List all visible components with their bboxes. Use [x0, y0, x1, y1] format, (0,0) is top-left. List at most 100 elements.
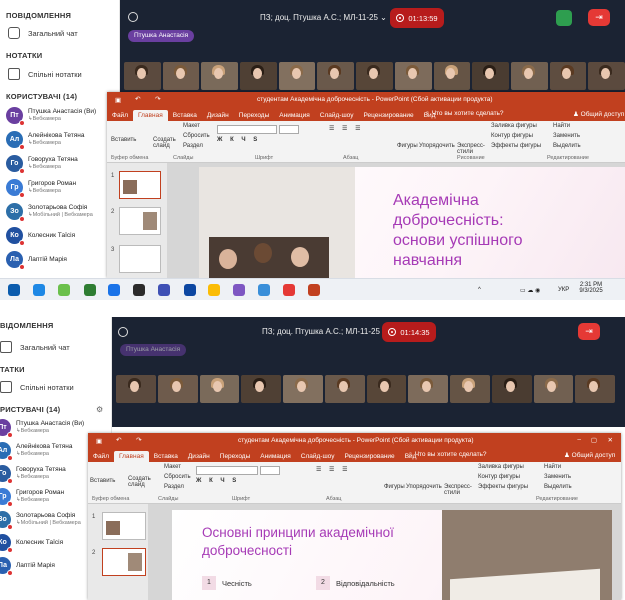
participant-video[interactable]	[201, 62, 239, 90]
ribbon-tab[interactable]: Анимация	[274, 112, 315, 121]
gear-icon[interactable]: ⚙	[96, 405, 103, 414]
new-slide-button[interactable]: Создать слайд	[153, 137, 179, 149]
paragraph-buttons[interactable]: ☰ ☰ ☰	[329, 125, 363, 132]
taskbar-app-icon[interactable]	[308, 284, 320, 296]
user-list-item[interactable]: Ко Колесник Таїсія	[0, 534, 63, 553]
ribbon-tab[interactable]: Файл	[107, 112, 133, 121]
undo-icon[interactable]: ↶	[135, 95, 140, 103]
save-icon[interactable]: ▣	[96, 437, 102, 445]
ribbon-tab[interactable]: Дизайн	[183, 453, 215, 462]
tray-icons[interactable]: ▭ ☁ ◉	[520, 287, 540, 294]
participant-video[interactable]	[533, 375, 574, 403]
taskbar-app-icon[interactable]	[8, 284, 20, 296]
user-list-item[interactable]: Ла Лаптій Марія	[6, 251, 67, 270]
connection-status-icon[interactable]	[556, 10, 572, 26]
participant-video[interactable]	[433, 62, 471, 90]
participant-video[interactable]	[124, 62, 161, 90]
general-chat-item[interactable]: Загальний чат	[0, 341, 70, 353]
arrange-button[interactable]: Упорядочить	[419, 143, 455, 149]
taskbar-app-icon[interactable]	[184, 284, 196, 296]
replace-button[interactable]: Заменить	[544, 474, 571, 480]
select-button[interactable]: Выделить	[553, 143, 581, 149]
shared-notes-item[interactable]: Спільні нотатки	[8, 68, 82, 80]
layout-button[interactable]: Макет	[164, 464, 181, 470]
participant-video[interactable]	[450, 375, 490, 403]
reset-button[interactable]: Сбросить	[183, 133, 210, 139]
participant-video[interactable]	[575, 375, 615, 403]
participant-video[interactable]	[240, 62, 277, 90]
ribbon-tab[interactable]: Слайд-шоу	[296, 453, 340, 462]
user-list-item[interactable]: Ко Колесник Таїсія	[6, 227, 75, 246]
user-list-item[interactable]: Зо Золотарьова Софія ↳Мобільний | Вебкамер…	[6, 203, 93, 222]
tell-me-search[interactable]: ♀ Что вы хотите сделать?	[425, 110, 504, 117]
ribbon-tab[interactable]: Анимация	[255, 453, 296, 462]
participant-video[interactable]	[116, 375, 156, 403]
paste-button[interactable]: Вставить	[111, 137, 136, 143]
participant-video[interactable]	[324, 375, 365, 403]
meeting-title[interactable]: ПЗ; доц. Птушка А.С.; МЛ-11-25 ⌄	[262, 327, 389, 336]
ribbon-tab[interactable]: Рецензирование	[358, 112, 418, 121]
user-list-item[interactable]: Гр Григоров Роман ↳Вебкамера	[6, 179, 76, 198]
shape-outline-button[interactable]: Контур фигуры	[478, 474, 520, 480]
user-list-item[interactable]: Зо Золотарьова Софія ↳Мобільний | Вебкамер…	[0, 511, 81, 530]
slide-thumbnail[interactable]	[102, 548, 146, 576]
shape-effects-button[interactable]: Эффекты фигуры	[478, 484, 528, 490]
taskbar-app-icon[interactable]	[108, 284, 120, 296]
taskbar-app-icon[interactable]	[84, 284, 96, 296]
taskbar-app-icon[interactable]	[58, 284, 70, 296]
user-list-item[interactable]: Гр Григоров Роман ↳Вебкамера	[0, 488, 64, 507]
reset-button[interactable]: Сбросить	[164, 474, 191, 480]
user-list-item[interactable]: Пт Птушка Анастасія (Ви) ↳Вебкамера	[0, 419, 84, 438]
participant-video[interactable]	[588, 62, 625, 90]
taskbar-app-icon[interactable]	[233, 284, 245, 296]
taskbar-app-icon[interactable]	[133, 284, 145, 296]
participant-video[interactable]	[317, 62, 355, 90]
slide-thumbnail[interactable]	[119, 207, 161, 235]
taskbar-app-icon[interactable]	[33, 284, 45, 296]
section-button[interactable]: Раздел	[183, 143, 203, 149]
participant-video[interactable]	[366, 375, 407, 403]
paste-button[interactable]: Вставить	[90, 478, 115, 484]
font-format-buttons[interactable]: Ж К Ч S	[196, 478, 239, 484]
slide-thumbnail[interactable]	[119, 171, 161, 199]
clock[interactable]: 2:31 PM 9/3/2025	[578, 282, 604, 294]
paragraph-buttons[interactable]: ☰ ☰ ☰	[316, 466, 350, 473]
ribbon-tab[interactable]: Слайд-шоу	[315, 112, 359, 121]
font-family-box[interactable]	[217, 125, 277, 134]
leave-meeting-button[interactable]: ⇥	[578, 323, 600, 340]
font-format-buttons[interactable]: Ж К Ч S	[217, 137, 260, 143]
taskbar-app-icon[interactable]	[208, 284, 220, 296]
shapes-button[interactable]: Фигуры	[397, 143, 418, 149]
current-slide[interactable]: Основні принципи академічної доброчеснос…	[172, 510, 612, 600]
font-size-box[interactable]	[279, 125, 299, 134]
shape-effects-button[interactable]: Эффекты фигуры	[491, 143, 541, 149]
ribbon-tab[interactable]: Вставка	[149, 453, 183, 462]
taskbar-app-icon[interactable]	[258, 284, 270, 296]
shape-outline-button[interactable]: Контур фигуры	[491, 133, 533, 139]
font-family-box[interactable]	[196, 466, 258, 475]
ribbon-tab[interactable]: Переходы	[215, 453, 256, 462]
participant-video[interactable]	[283, 375, 323, 403]
user-list-item[interactable]: Ал Алейнікова Тетяна ↳Вебкамера	[6, 131, 84, 150]
slide-thumbnail[interactable]	[119, 245, 161, 273]
redo-icon[interactable]: ↷	[155, 95, 160, 103]
user-list-item[interactable]: Ал Алейнікова Тетяна ↳Вебкамера	[0, 442, 72, 461]
ribbon-tab[interactable]: Файл	[88, 453, 114, 462]
participant-video[interactable]	[408, 375, 448, 403]
participant-video[interactable]	[472, 62, 509, 90]
close-icon[interactable]: ✕	[608, 436, 613, 444]
leave-meeting-button[interactable]: ⇥	[588, 9, 610, 26]
slide-thumbnail[interactable]	[102, 512, 146, 540]
shape-fill-button[interactable]: Заливка фигуры	[478, 464, 524, 470]
user-list-item[interactable]: Ла Лаптій Марія	[0, 557, 55, 576]
shared-notes-item[interactable]: Спільні нотатки	[0, 381, 74, 393]
quick-styles-button[interactable]: Экспресс-стили	[457, 143, 485, 155]
general-chat-item[interactable]: Загальний чат	[8, 27, 78, 39]
tray-chevron-icon[interactable]: ^	[478, 287, 481, 293]
share-button[interactable]: ♟ Общий доступ	[573, 110, 624, 118]
participant-video[interactable]	[510, 62, 548, 90]
share-button[interactable]: ♟ Общий доступ	[564, 451, 615, 459]
taskbar-app-icon[interactable]	[283, 284, 295, 296]
participant-video[interactable]	[549, 62, 587, 90]
participant-video[interactable]	[394, 62, 432, 90]
